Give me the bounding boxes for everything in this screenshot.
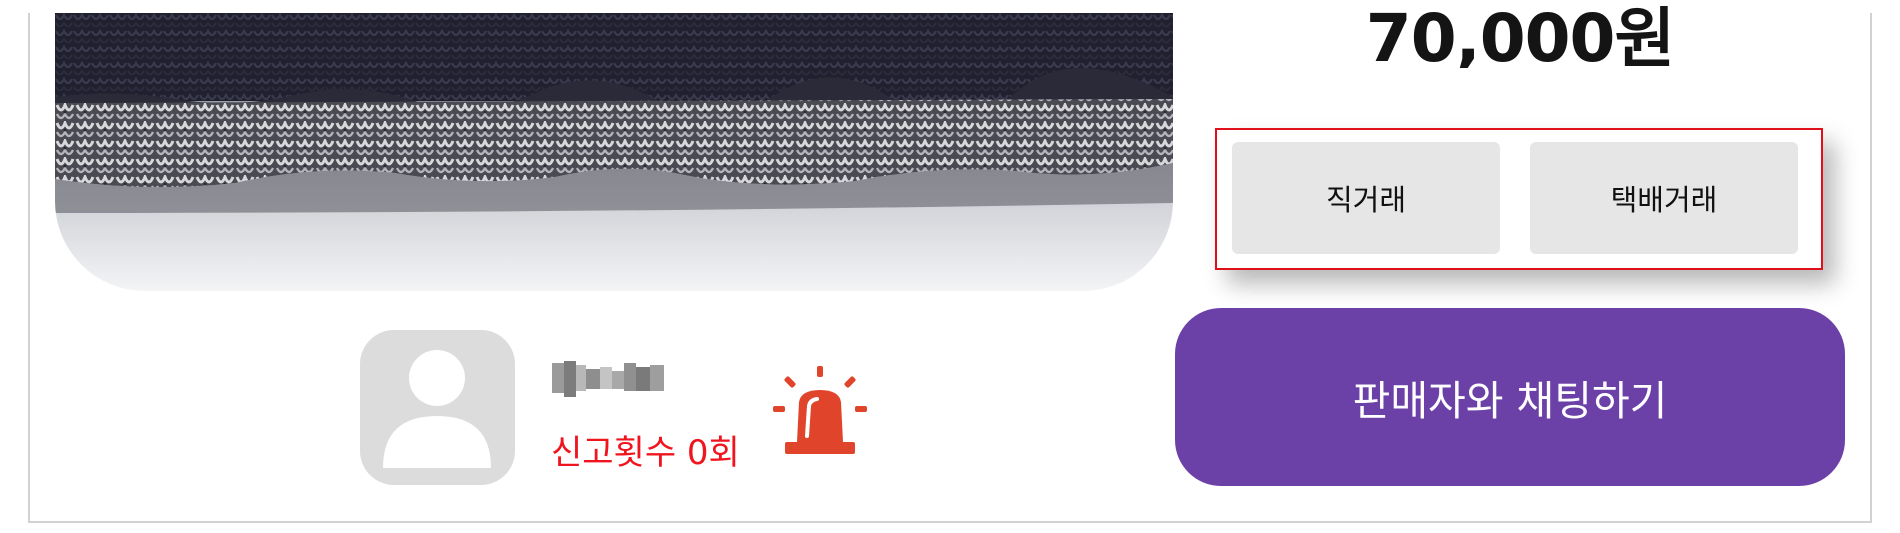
user-placeholder-icon	[383, 350, 491, 468]
trade-options-group: 직거래 택배거래	[1215, 128, 1823, 270]
delivery-trade-button[interactable]: 택배거래	[1530, 142, 1798, 254]
direct-trade-button[interactable]: 직거래	[1232, 142, 1500, 254]
seller-avatar	[360, 330, 515, 485]
product-price: 70,000원	[1180, 6, 1860, 68]
chat-with-seller-button[interactable]: 판매자와 채팅하기	[1175, 308, 1845, 486]
report-count-text: 신고횟수 0회	[551, 433, 740, 473]
siren-icon[interactable]	[773, 366, 867, 456]
price-value: 70,000원	[1365, 6, 1675, 68]
product-image	[55, 13, 1173, 291]
seller-name-blurred	[552, 357, 672, 399]
